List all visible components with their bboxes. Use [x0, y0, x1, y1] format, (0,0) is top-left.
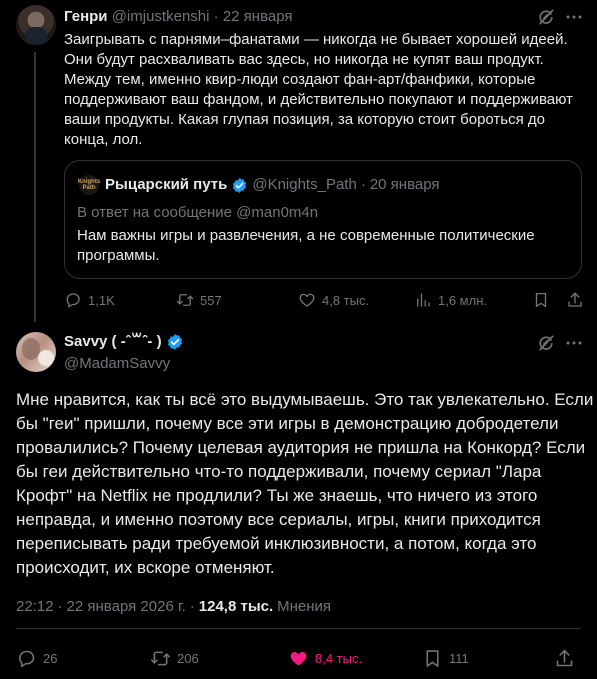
quoted-tweet[interactable]: Knights Path Рыцарский путь @Knights_Pat… [64, 160, 582, 279]
verified-badge-icon [167, 334, 182, 350]
text-line: Они будут расхваливать вас здесь, но ник… [64, 51, 544, 68]
parent-action-bar: 1,1K 557 4,8 тыс. 1,6 млн. [64, 289, 588, 311]
grok-icon[interactable] [535, 6, 557, 28]
bookmark-button[interactable]: 111 [422, 645, 469, 671]
bookmark-button[interactable] [532, 289, 550, 311]
quote-text: Нам важны игры и развлечения, а не совре… [77, 226, 567, 266]
text-line: переписывать ради требуемой инклюзивност… [16, 534, 537, 553]
reply-count: 1,1K [88, 292, 115, 308]
views-count: 1,6 млн. [438, 292, 487, 308]
like-count: 8,4 тыс. [315, 650, 363, 666]
more-icon[interactable] [563, 6, 585, 28]
separator-dot: · [213, 8, 219, 25]
repost-button[interactable]: 557 [176, 289, 222, 311]
bookmark-icon [535, 292, 547, 308]
like-count: 4,8 тыс. [322, 292, 370, 308]
views-count: 124,8 тыс. [198, 598, 274, 615]
verified-badge-icon [233, 177, 247, 193]
main-author-name-row: Savvy ( -ˆ꒳ˆ- ) [64, 333, 184, 351]
reply-context: В ответ на сообщение @man0m4n [77, 204, 319, 221]
quote-header: Рыцарский путь @Knights_Path · 20 января [105, 176, 440, 194]
text-line: Заигрывать с парнями–фанатами — никогда … [64, 31, 568, 48]
views-label: Мнения [277, 598, 332, 615]
text-line: провалились? Почему целевая аудитория не… [16, 438, 586, 457]
main-action-bar: 26 206 8,4 тыс. 111 [16, 645, 581, 671]
reply-count: 26 [43, 650, 58, 666]
tweet-text: Заигрывать с парнями–фанатами — никогда … [64, 30, 584, 150]
separator-dot: · [360, 176, 366, 193]
separator-dot: · [57, 598, 63, 615]
text-line: ваши продукты. Какая глупая позиция, за … [64, 111, 545, 128]
text-line: Нам важны игры и развлечения, а не совре… [77, 227, 535, 244]
repost-count: 557 [200, 292, 222, 308]
reply-button[interactable]: 26 [16, 645, 57, 671]
reply-icon [66, 293, 80, 308]
tweet-metadata: 22:12 · 22 января 2026 г. · 124,8 тыс. М… [16, 597, 331, 617]
text-line: происходит, их вскоре отменяют. [16, 558, 275, 577]
quote-avatar[interactable]: Knights Path [78, 175, 100, 195]
text-line: Крофт" на Netflix не продлили? Ты же зна… [16, 486, 538, 505]
author-name[interactable]: Генри [64, 8, 108, 25]
parent-tweet-header: Генри @imjustkenshi · 22 января [64, 8, 293, 26]
text-line: конца, лол. [64, 131, 143, 148]
bookmark-icon [426, 649, 439, 667]
repost-count: 206 [177, 650, 199, 666]
like-button[interactable]: 4,8 тыс. [298, 289, 369, 311]
repost-button[interactable]: 206 [150, 645, 199, 671]
tweet-date[interactable]: 22 января [223, 8, 293, 25]
text-line: поддерживают ваш фандом, и действительно… [64, 91, 573, 108]
reply-icon [19, 650, 35, 667]
quote-author-name[interactable]: Рыцарский путь [105, 176, 227, 194]
like-button[interactable]: 8,4 тыс. [288, 645, 362, 671]
share-button[interactable] [554, 645, 575, 671]
separator-dot: · [189, 598, 195, 615]
divider [16, 628, 581, 629]
text-line: бы "геи" пришли, почему все эти игры в д… [16, 414, 559, 433]
text-line: неправда, и именно поэтому все сериалы, … [16, 510, 541, 529]
share-icon [568, 292, 582, 307]
share-icon [556, 649, 573, 666]
text-line: Между тем, именно квир-люди создают фан-… [64, 71, 536, 88]
text-line: бы геи действительно что-то поддерживали… [16, 462, 542, 481]
parent-tweet[interactable]: Генри @imjustkenshi · 22 января Заигрыва… [0, 0, 597, 325]
views-icon [417, 293, 430, 307]
bookmark-count: 111 [449, 650, 469, 666]
like-icon [299, 293, 315, 307]
share-button[interactable] [566, 289, 584, 311]
grok-icon[interactable] [535, 332, 557, 354]
text-line: программы. [77, 247, 160, 264]
like-icon [290, 651, 307, 665]
quote-date[interactable]: 20 января [370, 176, 440, 194]
repost-icon [150, 651, 171, 665]
author-handle[interactable]: @imjustkenshi [112, 8, 210, 25]
tweet-time[interactable]: 22:12 [16, 597, 54, 617]
thread-connector-line [34, 52, 36, 322]
author-name[interactable]: Savvy ( -ˆ꒳ˆ- ) [64, 333, 162, 351]
more-icon[interactable] [563, 332, 585, 354]
quote-author-handle[interactable]: @Knights_Path [252, 176, 356, 194]
views-button[interactable]: 1,6 млн. [414, 289, 487, 311]
tweet-date[interactable]: 22 января 2026 г. [67, 597, 186, 617]
author-handle[interactable]: @MadamSavvy [64, 355, 170, 373]
tweet-text: Мне нравится, как ты всё это выдумываешь… [16, 388, 594, 580]
avatar[interactable] [16, 332, 56, 372]
reply-button[interactable]: 1,1K [64, 289, 115, 311]
repost-icon [176, 294, 194, 306]
avatar[interactable] [16, 5, 56, 45]
text-line: Мне нравится, как ты всё это выдумываешь… [16, 390, 594, 409]
